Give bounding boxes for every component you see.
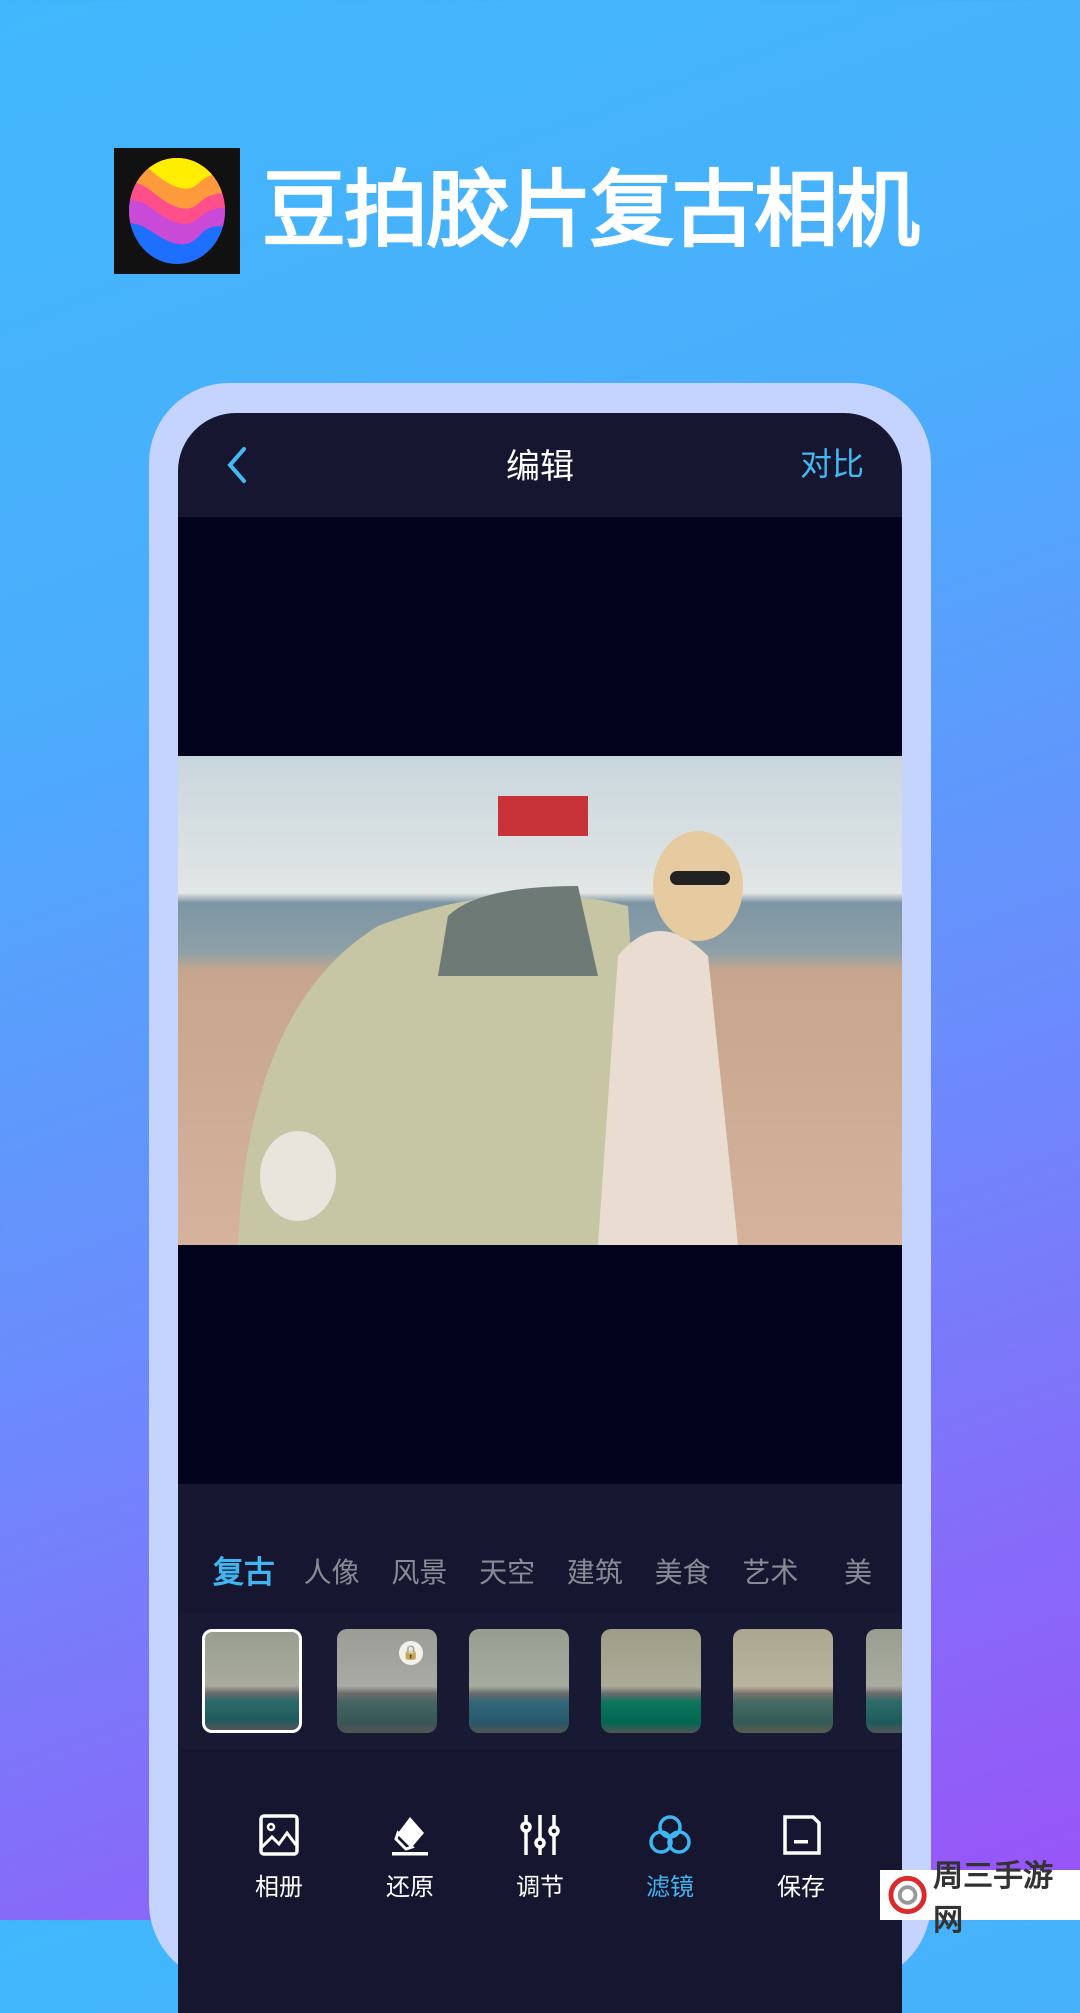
tool-label: 保存 [777, 1873, 825, 1901]
photo-canvas [178, 517, 902, 1484]
tab-more[interactable]: 美 [814, 1533, 902, 1613]
restore-button[interactable]: 还原 [360, 1813, 460, 1902]
save-button[interactable]: 保存 [751, 1813, 851, 1902]
save-icon [783, 1815, 821, 1855]
filter-thumb[interactable] [469, 1629, 569, 1733]
app-logo [114, 148, 240, 274]
watermark: 周三手游网 [880, 1859, 1080, 1938]
tab-architecture[interactable]: 建筑 [551, 1533, 639, 1613]
tab-art[interactable]: 艺术 [727, 1533, 815, 1613]
tab-retro[interactable]: 复古 [200, 1533, 288, 1613]
tool-label: 还原 [386, 1873, 434, 1901]
filter-thumb[interactable] [202, 1629, 302, 1733]
lock-icon: 🔒 [399, 1641, 423, 1665]
tool-label: 调节 [516, 1873, 564, 1901]
banner-title: 豆拍胶片复古相机 [262, 161, 920, 259]
tab-landscape[interactable]: 风景 [376, 1533, 464, 1613]
editor-screen: 编辑 对比 复古 人像 风景 天空 建筑 美食 艺术 美 🔒 相册 还原 调节 … [178, 413, 902, 2013]
sliders-icon [520, 1815, 560, 1855]
tool-label: 滤镜 [646, 1873, 694, 1901]
compare-button[interactable]: 对比 [800, 439, 864, 485]
eraser-icon [392, 1817, 428, 1856]
tool-label: 相册 [255, 1873, 303, 1901]
filter-thumb[interactable]: 🔒 [337, 1629, 437, 1733]
adjust-button[interactable]: 调节 [490, 1813, 590, 1902]
filter-thumb[interactable] [601, 1629, 701, 1733]
tab-food[interactable]: 美食 [639, 1533, 727, 1613]
filter-circles-icon [649, 1815, 691, 1854]
edited-photo [178, 756, 902, 1245]
watermark-logo-icon [888, 1875, 927, 1915]
filter-thumb[interactable] [733, 1629, 833, 1733]
watermark-text: 周三手游网 [933, 1859, 1054, 1938]
header: 编辑 对比 [178, 413, 902, 517]
page-title: 编辑 [506, 447, 574, 487]
tab-portrait[interactable]: 人像 [288, 1533, 376, 1613]
filter-button[interactable]: 滤镜 [620, 1813, 720, 1902]
album-button[interactable]: 相册 [229, 1813, 329, 1902]
image-icon [259, 1814, 299, 1856]
filter-thumbnails: 🔒 [178, 1613, 902, 1749]
filter-thumb[interactable] [866, 1629, 902, 1733]
bottom-toolbar: 相册 还原 调节 滤镜 保存 [178, 1813, 902, 1933]
filter-category-tabs: 复古 人像 风景 天空 建筑 美食 艺术 美 [178, 1533, 902, 1613]
tab-sky[interactable]: 天空 [463, 1533, 551, 1613]
